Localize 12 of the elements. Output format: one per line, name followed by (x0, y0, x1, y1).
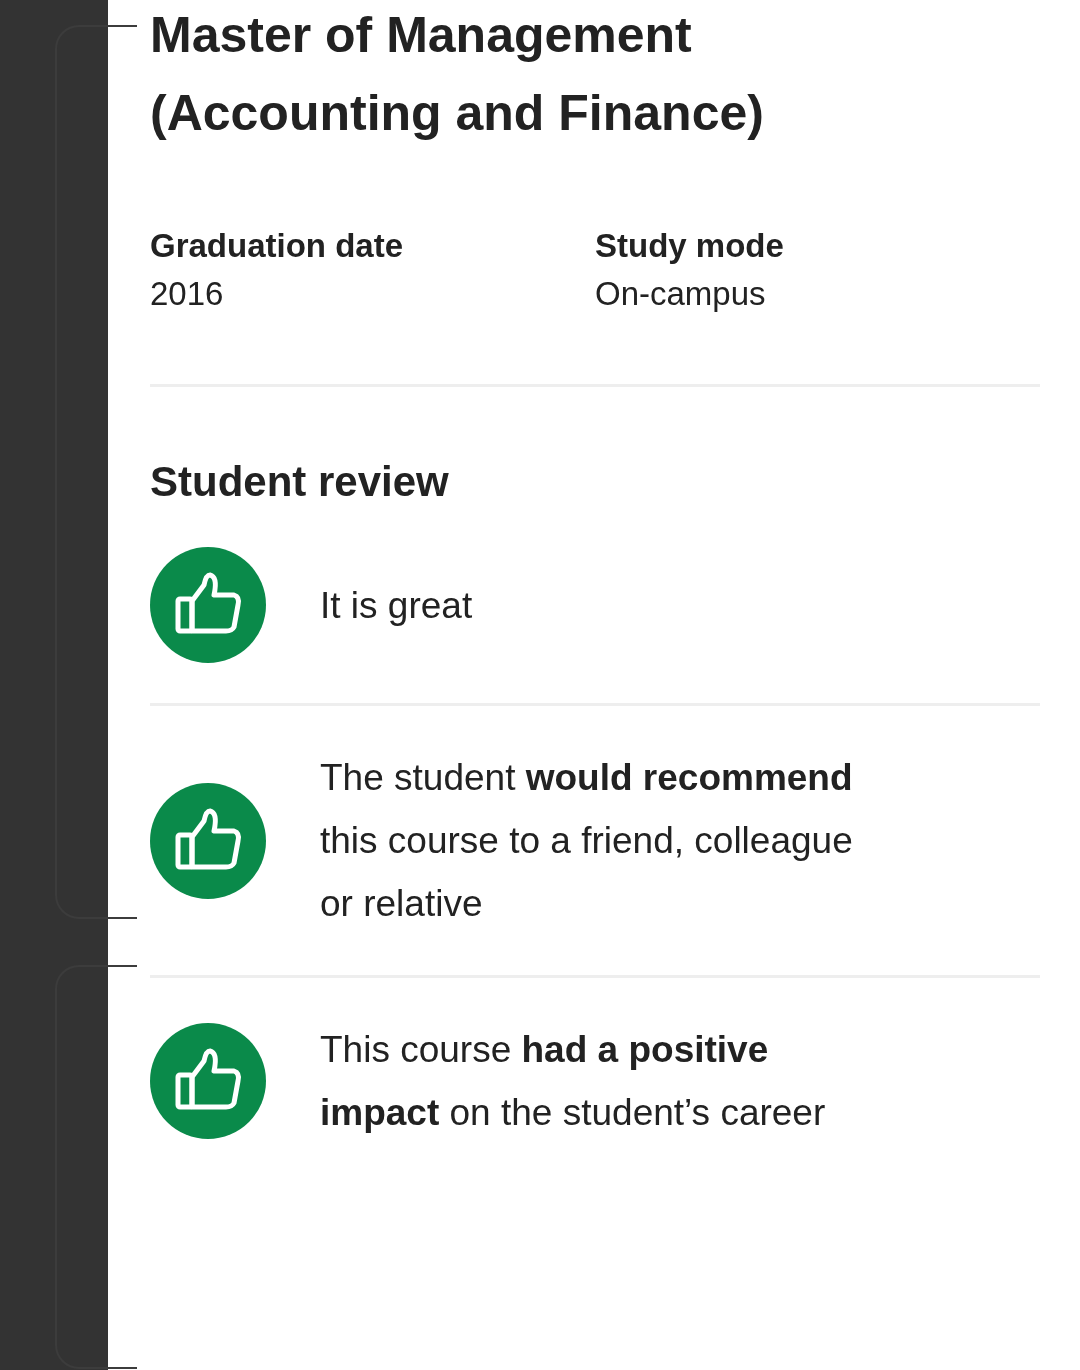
detail-label: Graduation date (150, 226, 405, 266)
detail-value: On-campus (595, 274, 767, 314)
thumbs-up-icon (150, 547, 266, 663)
review-statement: It is great (320, 583, 474, 628)
review-statement: This course had a positive impact on the student’s career (320, 1028, 827, 1135)
review-statement: The student would recommend this course to a friend, colleague or relative (320, 756, 854, 926)
thumbs-up-icon (150, 1023, 266, 1139)
detail-value: 2016 (150, 274, 225, 314)
detail-label: Study mode (595, 226, 785, 266)
course-title: Master of Management (Accounting and Finance) (150, 6, 765, 143)
section-heading: Student review (150, 457, 450, 507)
thumbs-up-icon (150, 782, 266, 899)
